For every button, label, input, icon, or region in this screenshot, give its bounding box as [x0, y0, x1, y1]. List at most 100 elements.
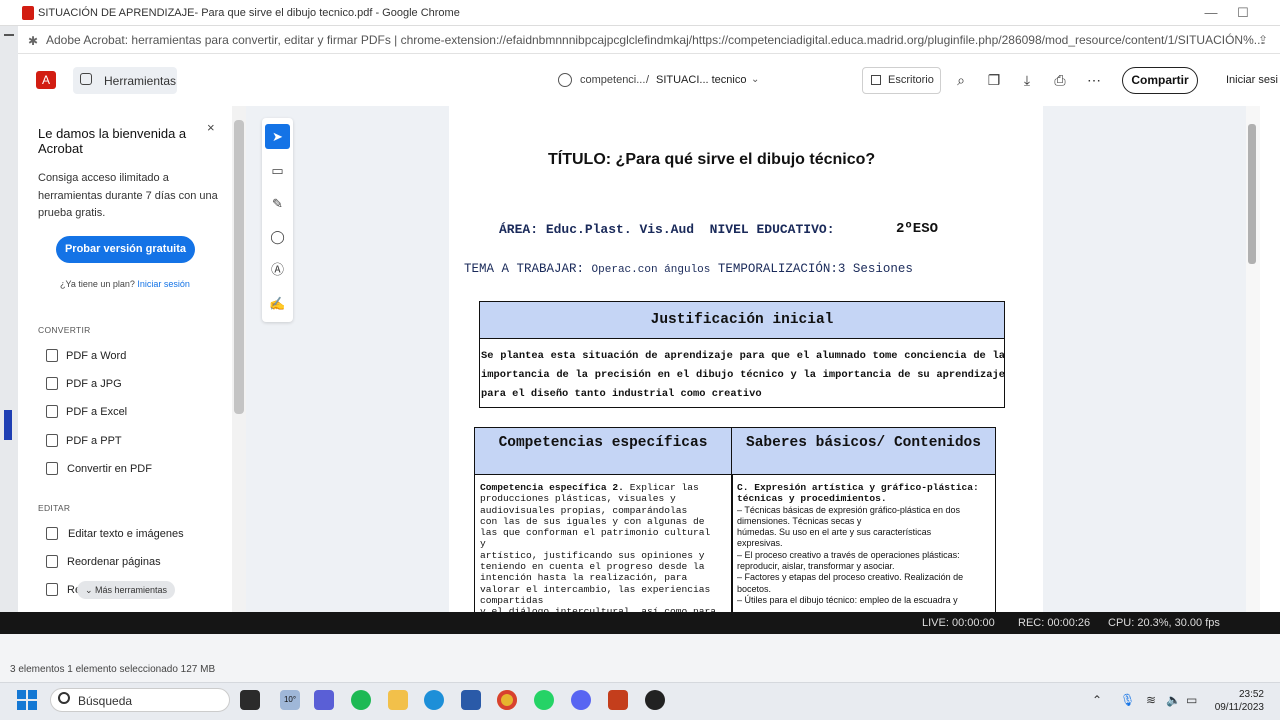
document-scroll-thumb[interactable] — [1248, 124, 1256, 264]
lasso-icon[interactable]: ◯ — [265, 226, 290, 248]
globe-icon — [558, 73, 572, 87]
sign-icon[interactable]: ✍ — [265, 293, 290, 315]
redact-icon — [46, 583, 58, 596]
taskbar-search-placeholder: Búsqueda — [78, 694, 133, 708]
competencia-cell: Competencia específica 2. Explicar las p… — [480, 482, 728, 618]
share-button[interactable]: Compartir — [1122, 67, 1198, 94]
close-icon[interactable]: × — [207, 120, 215, 135]
justification-text: Se plantea esta situación de aprendizaje… — [481, 350, 1005, 400]
plan-line: ¿Ya tiene un plan? Iniciar sesión — [60, 279, 190, 289]
obs-icon[interactable] — [645, 690, 665, 710]
volume-icon[interactable]: 🔈 — [1166, 693, 1181, 707]
add-comment-icon[interactable]: ▭ — [265, 160, 290, 182]
tray-chevron-icon[interactable]: ⌃ — [1092, 693, 1102, 707]
pdf-to-word-icon — [46, 349, 58, 362]
whatsapp-icon[interactable] — [534, 690, 554, 710]
pdf-to-ppt-item[interactable]: PDF a PPT — [66, 435, 122, 447]
welcome-heading: Le damos la bienvenida a Acrobat — [38, 126, 187, 156]
promo-text: Consiga acceso ilimitado a herramientas … — [38, 172, 218, 219]
convert-to-pdf-item[interactable]: Convertir en PDF — [67, 463, 152, 475]
clock-date: 09/11/2023 — [1214, 702, 1264, 713]
minimize-button[interactable]: — — [1196, 4, 1226, 22]
weather-icon[interactable]: 10° — [280, 690, 300, 710]
document-title: TÍTULO: ¿Para qué sirve el dibujo técnic… — [548, 151, 876, 168]
maximize-button[interactable]: ☐ — [1228, 4, 1258, 22]
wifi-icon[interactable]: ≋ — [1146, 693, 1156, 707]
convert-to-pdf-icon — [46, 462, 58, 475]
free-trial-button[interactable]: Probar versión gratuita — [56, 236, 195, 263]
explorer-status: 3 elementos 1 elemento seleccionado 127 … — [10, 664, 216, 675]
level-label: NIVEL EDUCATIVO: — [709, 222, 835, 237]
microphone-icon[interactable]: 🎙 — [1120, 693, 1135, 707]
edge-icon[interactable] — [424, 690, 444, 710]
plan-signin-link[interactable]: Iniciar sesión — [137, 279, 190, 289]
breadcrumb-site[interactable]: competenci... — [580, 74, 645, 86]
live-timer: LIVE: 00:00:00 — [922, 617, 995, 629]
tools-label: Herramientas — [104, 74, 177, 88]
pdf-to-excel-item[interactable]: PDF a Excel — [66, 406, 127, 418]
temporal-label: TEMPORALIZACIÓN: — [717, 262, 838, 276]
cpu-readout: CPU: 20.3%, 30.00 fps — [1108, 617, 1220, 629]
tema-value: Operac.con ángulos — [591, 264, 711, 276]
powerpoint-icon[interactable] — [608, 690, 628, 710]
strip-accent — [4, 410, 12, 440]
sign-in-link[interactable]: Iniciar sesi — [1226, 74, 1278, 86]
pdf-to-jpg-item[interactable]: PDF a JPG — [66, 378, 122, 390]
reorder-pages-item[interactable]: Reordenar páginas — [67, 556, 161, 568]
battery-icon[interactable]: ▭ — [1186, 693, 1197, 707]
left-app-strip — [0, 26, 18, 630]
pages-icon[interactable]: ❐ — [984, 70, 1004, 90]
panel-scroll-thumb[interactable] — [234, 120, 244, 414]
search-icon[interactable]: ⌕ — [951, 70, 971, 90]
address-text[interactable]: Adobe Acrobat: herramientas para convert… — [46, 33, 1264, 47]
area-label: ÁREA: — [499, 222, 539, 237]
download-icon[interactable]: ⤓ — [1017, 70, 1037, 90]
highlight-pen-icon[interactable]: ✎ — [265, 193, 290, 215]
windows-start-icon[interactable] — [17, 690, 37, 710]
discord-icon[interactable] — [571, 690, 591, 710]
tema-label: TEMA A TRABAJAR: — [464, 262, 585, 276]
share-page-icon[interactable]: ⇪ — [1258, 33, 1268, 47]
more-tools-button[interactable]: ⌄ Más herramientas — [77, 581, 175, 599]
clock-time: 23:52 — [1238, 689, 1264, 700]
pdf-to-excel-icon — [46, 405, 58, 418]
saberes-title: C. Expresión artística y gráfico-plástic… — [737, 482, 979, 505]
acrobat-logo-icon[interactable]: A — [36, 71, 56, 89]
competencia-title: Competencia específica 2. — [480, 482, 624, 493]
edit-text-icon — [46, 527, 58, 540]
area-line: ÁREA: Educ.Plast. Vis.Aud NIVEL EDUCATIV… — [499, 222, 835, 237]
chrome-icon[interactable] — [497, 690, 517, 710]
more-icon[interactable]: ⋯ — [1084, 70, 1104, 90]
search-icon — [58, 692, 70, 704]
saberes-cell: C. Expresión artística y gráfico-plástic… — [737, 482, 991, 606]
select-arrow-icon[interactable]: ➤ — [265, 124, 290, 149]
taskbar-search[interactable] — [50, 688, 230, 712]
pdf-to-jpg-icon — [46, 377, 58, 390]
justification-title: Justificación inicial — [480, 302, 1004, 339]
edit-text-images-item[interactable]: Editar texto e imágenes — [68, 528, 184, 540]
teams-icon[interactable] — [314, 690, 334, 710]
taskbar-clock[interactable]: 23:52 09/11/2023 — [1208, 688, 1264, 714]
pdf-to-ppt-icon — [46, 434, 58, 447]
rec-timer: REC: 00:00:26 — [1018, 617, 1091, 629]
store-icon[interactable] — [461, 690, 481, 710]
right-rail — [1260, 106, 1280, 612]
reorder-pages-icon — [46, 555, 58, 568]
tema-line: TEMA A TRABAJAR: Operac.con ángulos TEMP… — [464, 262, 913, 276]
spotify-icon[interactable] — [351, 690, 371, 710]
print-icon[interactable]: ⎙ — [1050, 70, 1070, 90]
table-divider — [731, 475, 733, 615]
file-explorer-icon[interactable] — [388, 690, 408, 710]
task-view-icon[interactable] — [240, 690, 260, 710]
level-value: 2ºESO — [896, 221, 939, 237]
saberes-text: – Técnicas básicas de expresión gráfico-… — [737, 504, 964, 605]
breadcrumb-separator: / — [646, 74, 650, 86]
convert-heading: CONVERTIR — [38, 325, 91, 335]
extension-icon: ✱ — [28, 34, 39, 48]
breadcrumb-document[interactable]: SITUACI... tecnico — [656, 74, 746, 86]
temporal-value: 3 Sesiones — [837, 262, 913, 276]
chevron-down-icon[interactable]: ⌄ — [751, 74, 759, 85]
text-select-icon[interactable]: Ⓐ — [265, 259, 290, 281]
table-header-saberes: Saberes básicos/ Contenidos — [732, 428, 995, 475]
pdf-to-word-item[interactable]: PDF a Word — [66, 350, 126, 362]
